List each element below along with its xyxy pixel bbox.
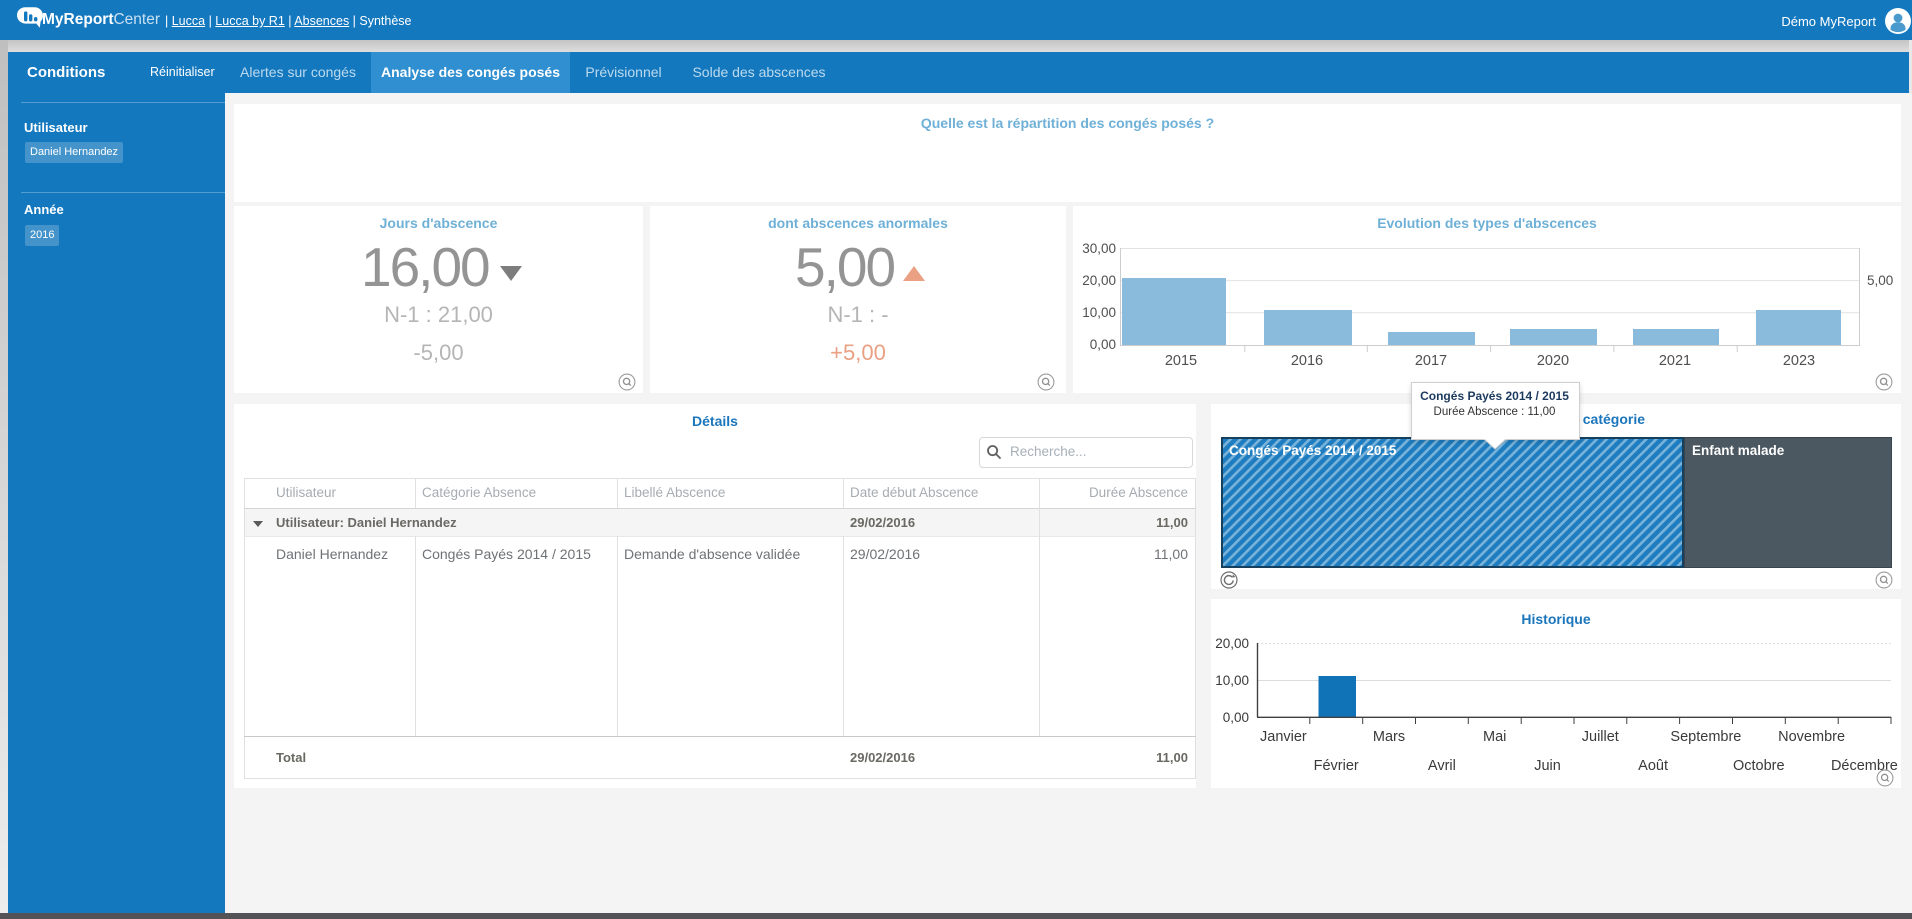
svg-text:Septembre: Septembre [1670,729,1741,745]
svg-text:2016: 2016 [1291,353,1323,369]
svg-text:Mars: Mars [1373,729,1405,745]
svg-text:Congés Payés 2014 / 2015: Congés Payés 2014 / 2015 [1229,443,1397,458]
svg-text:Juillet: Juillet [1582,729,1619,745]
svg-text:2017: 2017 [1415,353,1447,369]
svg-text:Avril: Avril [1428,758,1456,774]
svg-text:Enfant malade: Enfant malade [1692,443,1785,458]
svg-text:2021: 2021 [1659,353,1691,369]
svg-text:0,00: 0,00 [1223,710,1249,725]
svg-text:Février: Février [1314,758,1359,774]
svg-text:5,00: 5,00 [1867,273,1893,288]
svg-text:30,00: 30,00 [1082,241,1116,256]
svg-text:20,00: 20,00 [1082,273,1116,288]
svg-text:Mai: Mai [1483,729,1506,745]
svg-text:Novembre: Novembre [1778,729,1845,745]
svg-text:10,00: 10,00 [1215,673,1249,688]
svg-text:20,00: 20,00 [1215,636,1249,651]
svg-text:0,00: 0,00 [1090,337,1116,352]
svg-text:2020: 2020 [1537,353,1569,369]
svg-text:Juin: Juin [1534,758,1561,774]
svg-text:10,00: 10,00 [1082,305,1116,320]
svg-text:2015: 2015 [1165,353,1197,369]
svg-text:Août: Août [1638,758,1668,774]
svg-text:2023: 2023 [1783,353,1815,369]
svg-text:Janvier: Janvier [1260,729,1307,745]
svg-text:Octobre: Octobre [1733,758,1785,774]
